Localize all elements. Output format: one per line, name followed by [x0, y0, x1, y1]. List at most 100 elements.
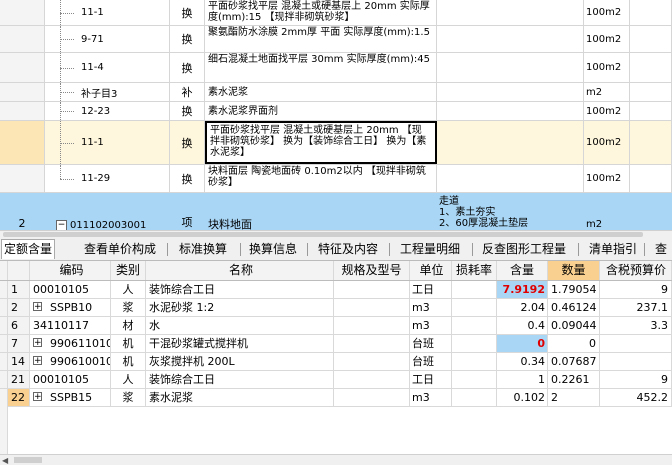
quota-name[interactable]: 聚氨酯防水涂膜 2mm厚 平面 实际厚度(mm):1.5: [205, 26, 437, 52]
horizontal-scrollbar[interactable]: [0, 230, 672, 237]
cell-price[interactable]: 452.2: [600, 389, 672, 406]
cell-code[interactable]: 34110117: [30, 317, 111, 334]
cell-code[interactable]: 00010105: [30, 371, 111, 388]
expand-icon[interactable]: +: [33, 338, 42, 348]
tab-standard-conversion[interactable]: 标准换算: [177, 240, 229, 259]
tab-features-content[interactable]: 特征及内容: [316, 240, 380, 259]
cell-loss-rate[interactable]: [452, 317, 497, 334]
table-row[interactable]: 6 34110117 材 水 m3 0.4 0.09044 3.3: [0, 317, 672, 335]
quota-name[interactable]: 细石混凝土地面找平层 30mm 实际厚度(mm):45: [205, 53, 437, 82]
cell-price[interactable]: [600, 335, 672, 352]
header-loss-rate[interactable]: 损耗率: [452, 261, 497, 280]
cell-category[interactable]: 浆: [111, 299, 146, 316]
table-row[interactable]: 7 +990611010 机 干混砂浆罐式搅拌机 台班 0 0: [0, 335, 672, 353]
table-row[interactable]: 2 + SSPB10 浆 水泥砂浆 1:2 m3 2.04 0.46124 237…: [0, 299, 672, 317]
cell-unit[interactable]: 工日: [410, 371, 452, 388]
cell-quantity[interactable]: 1.79054: [548, 281, 600, 298]
header-name[interactable]: 名称: [146, 261, 334, 280]
cell-name[interactable]: 素水泥浆: [146, 389, 334, 406]
cell-category[interactable]: 浆: [111, 389, 146, 406]
cell-loss-rate[interactable]: [452, 389, 497, 406]
cell-spec[interactable]: [334, 317, 410, 334]
cell-spec[interactable]: [334, 353, 410, 370]
cell-quantity[interactable]: 0: [548, 335, 600, 352]
bill-name[interactable]: 块料地面: [205, 193, 437, 232]
cell-unit[interactable]: 台班: [410, 353, 452, 370]
cell-spec[interactable]: [334, 299, 410, 316]
scrollbar-thumb[interactable]: [14, 457, 42, 463]
header-quantity[interactable]: 数量: [548, 261, 600, 280]
cell-category[interactable]: 人: [111, 371, 146, 388]
cell-price[interactable]: 9: [600, 281, 672, 298]
cell-name[interactable]: 装饰综合工日: [146, 371, 334, 388]
cell-category[interactable]: 机: [111, 353, 146, 370]
tree-row[interactable]: 11-1 换 平面砂浆找平层 混凝土或硬基层上 20mm 实际厚度(mm):15…: [0, 0, 672, 26]
cell-code[interactable]: + SSPB15: [30, 389, 111, 406]
cell-content[interactable]: 0.4: [497, 317, 548, 334]
cell-spec[interactable]: [334, 281, 410, 298]
table-row[interactable]: 21 00010105 人 装饰综合工日 工日 1 0.2261 9: [0, 371, 672, 389]
cell-price[interactable]: 237.1: [600, 299, 672, 316]
expand-icon[interactable]: +: [33, 356, 42, 366]
cell-name[interactable]: 干混砂浆罐式搅拌机: [146, 335, 334, 352]
cell-unit[interactable]: 台班: [410, 335, 452, 352]
cell-spec[interactable]: [334, 335, 410, 352]
header-content[interactable]: 含量: [497, 261, 548, 280]
tab-conversion-info[interactable]: 换算信息: [247, 240, 299, 259]
bill-feature[interactable]: 走道 1、素土夯实 2、60厚混凝土垫层: [437, 193, 584, 232]
header-spec[interactable]: 规格及型号: [334, 261, 410, 280]
cell-content[interactable]: 0.34: [497, 353, 548, 370]
cell-quantity[interactable]: 0.07687: [548, 353, 600, 370]
tree-row[interactable]: 补子目3 补 素水泥浆 m2: [0, 83, 672, 102]
cell-name[interactable]: 灰浆搅拌机 200L: [146, 353, 334, 370]
header-code[interactable]: 编码: [30, 261, 111, 280]
cell-price[interactable]: 9: [600, 371, 672, 388]
table-row[interactable]: 14 +990610010 机 灰浆搅拌机 200L 台班 0.34 0.076…: [0, 353, 672, 371]
cell-code[interactable]: +990610010: [30, 353, 111, 370]
bottom-horizontal-scrollbar[interactable]: ◀: [0, 454, 672, 465]
header-tax-budget-price[interactable]: 含税预算价: [600, 261, 672, 280]
expand-icon[interactable]: +: [33, 392, 42, 402]
tab-bill-guide[interactable]: 清单指引: [587, 240, 639, 259]
cell-content[interactable]: 7.9192: [497, 281, 548, 298]
cell-code[interactable]: +990611010: [30, 335, 111, 352]
quota-name[interactable]: 素水泥浆界面剂: [205, 102, 437, 120]
tab-more[interactable]: 查: [653, 240, 669, 259]
cell-category[interactable]: 机: [111, 335, 146, 352]
cell-name[interactable]: 装饰综合工日: [146, 281, 334, 298]
cell-code[interactable]: + SSPB10: [30, 299, 111, 316]
cell-quantity[interactable]: 0.09044: [548, 317, 600, 334]
table-row[interactable]: 1 00010105 人 装饰综合工日 工日 7.9192 1.79054 9: [0, 281, 672, 299]
cell-unit[interactable]: m3: [410, 389, 452, 406]
cell-loss-rate[interactable]: [452, 353, 497, 370]
quota-name-editor[interactable]: 平面砂浆找平层 混凝土或硬基层上 20mm 【现拌非砌筑砂浆】 换为【装饰综合工…: [205, 121, 437, 164]
tab-reverse-graphic-quantity[interactable]: 反查图形工程量: [480, 240, 568, 259]
cell-category[interactable]: 人: [111, 281, 146, 298]
tree-row[interactable]: 11-4 换 细石混凝土地面找平层 30mm 实际厚度(mm):45 100m2: [0, 53, 672, 83]
cell-code[interactable]: 00010105: [30, 281, 111, 298]
table-row-active[interactable]: 22 + SSPB15 浆 素水泥浆 m3 0.102 2 452.2: [0, 389, 672, 407]
cell-content[interactable]: 0: [497, 335, 548, 352]
quota-name[interactable]: 块料面层 陶瓷地面砖 0.10m2以内 【现拌非砌筑砂浆】: [205, 165, 437, 192]
header-category[interactable]: 类别: [111, 261, 146, 280]
cell-content[interactable]: 0.102: [497, 389, 548, 406]
quota-name[interactable]: 平面砂浆找平层 混凝土或硬基层上 20mm 实际厚度(mm):15 【现拌非砌筑…: [205, 0, 437, 25]
cell-content[interactable]: 1: [497, 371, 548, 388]
cell-unit[interactable]: m3: [410, 317, 452, 334]
scroll-left-icon[interactable]: ◀: [2, 456, 8, 465]
cell-quantity[interactable]: 0.2261: [548, 371, 600, 388]
cell-spec[interactable]: [334, 371, 410, 388]
expand-icon[interactable]: +: [33, 302, 42, 312]
cell-quantity[interactable]: 2: [548, 389, 600, 406]
cell-content[interactable]: 2.04: [497, 299, 548, 316]
cell-price[interactable]: [600, 353, 672, 370]
bill-item-row[interactable]: 2 − 011102003001 项 块料地面 走道 1、素土夯实 2、60厚混…: [0, 193, 672, 233]
tab-quota-content[interactable]: 定额含量: [1, 239, 56, 259]
cell-unit[interactable]: 工日: [410, 281, 452, 298]
quota-name[interactable]: 素水泥浆: [205, 83, 437, 101]
cell-loss-rate[interactable]: [452, 281, 497, 298]
cell-loss-rate[interactable]: [452, 371, 497, 388]
tab-quantity-detail[interactable]: 工程量明细: [398, 240, 462, 259]
cell-spec[interactable]: [334, 389, 410, 406]
tree-row[interactable]: 9-71 换 聚氨酯防水涂膜 2mm厚 平面 实际厚度(mm):1.5 100m…: [0, 26, 672, 53]
